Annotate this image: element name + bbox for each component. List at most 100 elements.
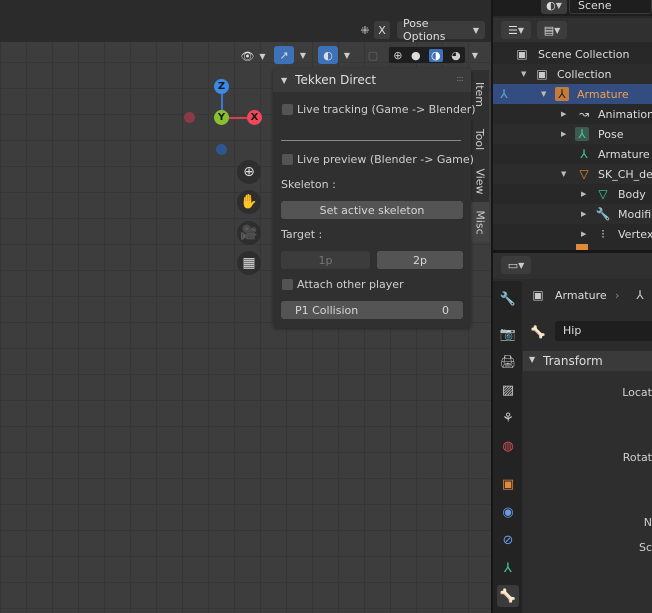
- overlay-dropdown[interactable]: ▼: [339, 46, 355, 64]
- scene-tab-icon[interactable]: ⚘: [497, 407, 519, 429]
- 3d-viewport[interactable]: ⁜ X Pose Options ▼ 👁 ▼ ↗ ▼ ◐ ▼ ▢ ⊕ ● ◑ ◕ …: [0, 0, 491, 613]
- outliner-row-pose[interactable]: ▶ ⅄ Pose: [493, 124, 652, 144]
- panel-header[interactable]: ▼ Tekken Direct ::::: [273, 68, 471, 92]
- shading-dropdown[interactable]: ▼: [467, 46, 483, 64]
- tab-misc[interactable]: Misc: [471, 202, 489, 242]
- outliner-row-armature-data[interactable]: ⅄ Armature: [493, 144, 652, 164]
- chevron-down-icon: ▼: [517, 25, 525, 35]
- gizmo-dropdown[interactable]: ▼: [295, 46, 311, 64]
- output-tab-icon[interactable]: 🖨: [497, 351, 519, 373]
- target-1p-button[interactable]: 1p: [281, 251, 370, 269]
- row-label: Armature: [577, 87, 629, 101]
- display-mode-dropdown[interactable]: ☰ ▼: [501, 21, 531, 39]
- outliner-row-scene-collection[interactable]: ▣ Scene Collection: [493, 44, 652, 64]
- vertex-groups-icon: ⁝: [601, 227, 605, 241]
- expand-triangle-icon[interactable]: ▶: [581, 190, 586, 198]
- expand-triangle-icon[interactable]: ▶: [581, 210, 586, 218]
- gizmo-x-axis[interactable]: X: [247, 110, 262, 125]
- shading-mode-group: ⊕ ● ◑ ◕: [388, 46, 466, 64]
- row-label: Vertex: [618, 227, 652, 241]
- object-tab-icon[interactable]: ▣: [497, 473, 519, 495]
- area-divider[interactable]: [493, 250, 652, 253]
- editor-type-dropdown[interactable]: ▭ ▼: [501, 256, 531, 274]
- overlay-icon: ◐: [323, 48, 333, 62]
- attach-other-player-label: Attach other player: [297, 278, 404, 291]
- properties-icon: ▭: [507, 258, 519, 272]
- camera-icon[interactable]: 🎥: [237, 221, 261, 245]
- tab-view[interactable]: View: [471, 160, 489, 202]
- wireframe-shading-icon[interactable]: ⊕: [393, 49, 402, 62]
- expand-triangle-icon[interactable]: ▶: [561, 130, 566, 138]
- constraints-tab-icon[interactable]: ⊘: [497, 529, 519, 551]
- rendered-shading-icon[interactable]: ◕: [451, 49, 461, 62]
- expand-triangle-icon[interactable]: ▼: [561, 170, 566, 178]
- area-divider[interactable]: [491, 0, 493, 613]
- live-preview-checkbox[interactable]: [282, 154, 293, 165]
- render-tab-icon[interactable]: 📷: [497, 323, 519, 345]
- gizmo-neg-z-axis[interactable]: [216, 144, 227, 155]
- collapse-triangle-icon[interactable]: ▼: [529, 355, 535, 364]
- outliner-icon: ▤: [543, 23, 555, 37]
- eye-icon: 👁: [240, 49, 255, 63]
- expand-triangle-icon[interactable]: ▼: [521, 70, 526, 78]
- tool-tab-icon[interactable]: 🔧: [497, 288, 519, 310]
- row-label: Body: [618, 187, 646, 201]
- attach-other-player-checkbox[interactable]: [282, 279, 293, 290]
- p1-collision-value: 0: [442, 303, 449, 317]
- bone-tab-icon[interactable]: 🦴: [497, 585, 519, 607]
- expand-triangle-icon[interactable]: ▼: [541, 90, 546, 98]
- xray-icon[interactable]: ⁜: [357, 21, 373, 39]
- p1-collision-label: P1 Collision: [295, 303, 359, 317]
- material-shading-icon[interactable]: ◑: [429, 48, 443, 62]
- mode-label: N: [643, 516, 652, 529]
- armature-data-tab-icon[interactable]: ⅄: [497, 557, 519, 579]
- outliner-row-body[interactable]: ▶ ▽ Body: [493, 184, 652, 204]
- gizmo-z-axis[interactable]: Z: [214, 79, 229, 94]
- overlay-toggle-button[interactable]: ◐: [318, 46, 338, 64]
- gizmo-toggle-button[interactable]: ↗: [274, 46, 294, 64]
- outliner-row-animation[interactable]: ▶ ↝ Animation: [493, 104, 652, 124]
- transform-panel-header[interactable]: ▼ Transform: [523, 351, 652, 371]
- bone-name: Hip: [563, 324, 582, 337]
- breadcrumb-separator-icon: ›: [615, 289, 620, 302]
- bone-name-field[interactable]: Hip: [555, 321, 652, 341]
- chevron-down-icon: ▼: [518, 260, 525, 270]
- outliner-row-armature[interactable]: ⅄ ▼ ⅄ Armature: [493, 84, 652, 104]
- expand-triangle-icon[interactable]: ▶: [581, 230, 586, 238]
- scene-selector[interactable]: ◐ ▼: [541, 0, 567, 14]
- tab-misc-label: Misc: [473, 209, 487, 235]
- solid-shading-icon[interactable]: ●: [411, 49, 421, 62]
- gizmo-y-axis[interactable]: Y: [214, 110, 229, 125]
- collapse-triangle-icon[interactable]: ▼: [281, 76, 287, 85]
- expand-triangle-icon[interactable]: ▶: [561, 110, 566, 118]
- xray-toggle-icon[interactable]: ▢: [364, 46, 382, 64]
- x-axis-toggle[interactable]: X: [374, 21, 390, 39]
- scene-name: Scene: [578, 0, 612, 12]
- scene-name-field[interactable]: Scene: [569, 0, 652, 14]
- chevron-down-icon: ▼: [472, 25, 479, 35]
- visibility-dropdown[interactable]: 👁 ▼: [238, 47, 268, 65]
- outliner-row-modifiers[interactable]: ▶ 🔧 Modifie: [493, 204, 652, 224]
- collection-box-icon: ▣: [516, 47, 528, 61]
- pose-icon: ⅄: [575, 127, 589, 141]
- physics-tab-icon[interactable]: ◉: [497, 501, 519, 523]
- pose-options-dropdown[interactable]: Pose Options ▼: [397, 17, 485, 43]
- zoom-icon[interactable]: ⊕: [237, 160, 261, 184]
- target-2p-label: 2p: [413, 253, 427, 267]
- editor-type-dropdown[interactable]: ▤ ▼: [537, 21, 567, 39]
- drag-handle-icon[interactable]: ::::: [456, 74, 464, 83]
- scale-label: Sc: [638, 541, 652, 554]
- live-tracking-checkbox[interactable]: [282, 104, 293, 115]
- target-2p-button[interactable]: 2p: [377, 251, 463, 269]
- outliner-row-sk-ch-dek[interactable]: ▼ ▽ SK_CH_dek: [493, 164, 652, 184]
- outliner-row-vertex-groups[interactable]: ▶ ⁝ Vertex: [493, 224, 652, 244]
- gizmo-neg-x-axis[interactable]: [184, 112, 195, 123]
- view-layer-tab-icon[interactable]: ▨: [497, 379, 519, 401]
- grid-icon[interactable]: ▦: [237, 251, 261, 275]
- pan-hand-icon[interactable]: ✋: [237, 190, 261, 214]
- p1-collision-field[interactable]: P1 Collision 0: [281, 301, 463, 319]
- outliner-row-collection[interactable]: ▼ ▣ Collection: [493, 64, 652, 84]
- set-active-skeleton-button[interactable]: Set active skeleton: [281, 201, 463, 219]
- world-tab-icon[interactable]: ◍: [497, 435, 519, 457]
- armature-icon: ⅄: [555, 87, 569, 101]
